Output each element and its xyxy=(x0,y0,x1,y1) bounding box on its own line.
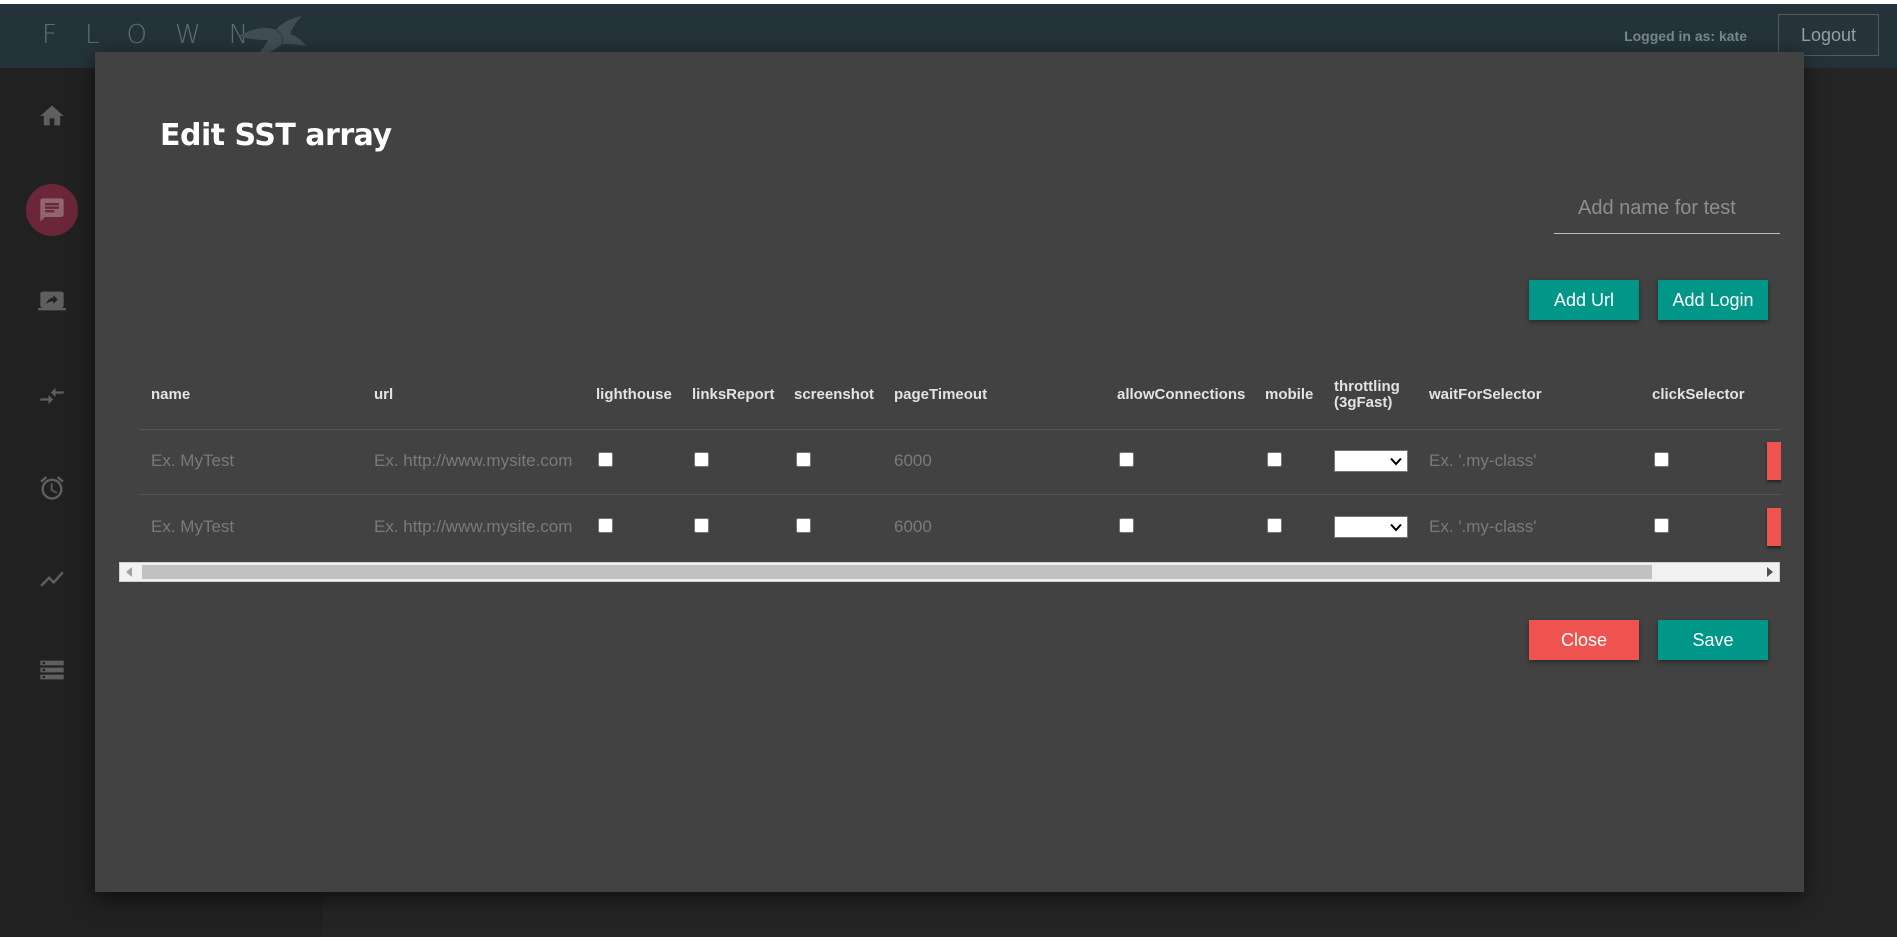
column-header-allowconnections: allowConnections xyxy=(1117,386,1246,403)
row-screenshot-checkbox[interactable] xyxy=(796,518,811,533)
row-lighthouse-checkbox[interactable] xyxy=(598,518,613,533)
row-mobile-checkbox[interactable] xyxy=(1267,518,1282,533)
column-header-throttling: throttling (3gFast) xyxy=(1334,378,1400,411)
save-button[interactable]: Save xyxy=(1658,620,1768,660)
bottom-strip xyxy=(0,937,1897,941)
column-header-pagetimeout: pageTimeout xyxy=(894,386,988,403)
close-button[interactable]: Close xyxy=(1529,620,1639,660)
table-divider xyxy=(139,429,1781,430)
row-pagetimeout-input[interactable]: 6000 xyxy=(894,451,932,471)
column-header-lighthouse: lighthouse xyxy=(596,386,672,403)
row-delete-button[interactable] xyxy=(1767,442,1781,480)
scroll-left-arrow-icon[interactable] xyxy=(126,567,132,577)
row-linksreport-checkbox[interactable] xyxy=(694,518,709,533)
chevron-down-icon xyxy=(1390,523,1402,532)
modal-title: Edit SST array xyxy=(160,118,392,153)
row-name-input[interactable]: Ex. MyTest xyxy=(151,451,234,471)
row-url-input[interactable]: Ex. http://www.mysite.com xyxy=(374,451,572,471)
row-throttling-select[interactable] xyxy=(1334,450,1408,472)
chevron-down-icon xyxy=(1390,457,1402,466)
row-throttling-select[interactable] xyxy=(1334,516,1408,538)
column-header-name: name xyxy=(151,386,191,403)
row-waitforselector-input[interactable]: Ex. '.my-class' xyxy=(1429,517,1537,537)
row-name-input[interactable]: Ex. MyTest xyxy=(151,517,234,537)
row-clickselector-checkbox[interactable] xyxy=(1654,518,1669,533)
row-url-input[interactable]: Ex. http://www.mysite.com xyxy=(374,517,572,537)
add-url-button[interactable]: Add Url xyxy=(1529,280,1639,320)
row-waitforselector-input[interactable]: Ex. '.my-class' xyxy=(1429,451,1537,471)
app-root: FLOWN Logged in as: kate Logout Edit SST… xyxy=(0,0,1897,941)
row-allowconnections-checkbox[interactable] xyxy=(1119,518,1134,533)
row-lighthouse-checkbox[interactable] xyxy=(598,452,613,467)
browser-viewport: FLOWN Logged in as: kate Logout Edit SST… xyxy=(0,4,1897,937)
column-header-linksreport: linksReport xyxy=(692,386,775,403)
row-allowconnections-checkbox[interactable] xyxy=(1119,452,1134,467)
row-linksreport-checkbox[interactable] xyxy=(694,452,709,467)
column-header-screenshot: screenshot xyxy=(794,386,875,403)
column-header-clickselector: clickSelector xyxy=(1652,386,1745,403)
scroll-right-arrow-icon[interactable] xyxy=(1767,567,1773,577)
test-name-input[interactable] xyxy=(1554,184,1780,234)
row-clickselector-checkbox[interactable] xyxy=(1654,452,1669,467)
table-divider xyxy=(139,494,1781,495)
column-header-url: url xyxy=(374,386,394,403)
row-mobile-checkbox[interactable] xyxy=(1267,452,1282,467)
row-screenshot-checkbox[interactable] xyxy=(796,452,811,467)
row-pagetimeout-input[interactable]: 6000 xyxy=(894,517,932,537)
scrollbar-thumb[interactable] xyxy=(142,565,1652,579)
sst-table: name url lighthouse linksReport screensh… xyxy=(119,362,1781,560)
column-header-mobile: mobile xyxy=(1265,386,1314,403)
row-delete-button[interactable] xyxy=(1767,508,1781,546)
table-horizontal-scrollbar[interactable] xyxy=(119,562,1780,582)
edit-sst-modal: Edit SST array Add Url Add Login name ur… xyxy=(95,52,1804,892)
column-header-waitforselector: waitForSelector xyxy=(1429,386,1542,403)
add-login-button[interactable]: Add Login xyxy=(1658,280,1768,320)
